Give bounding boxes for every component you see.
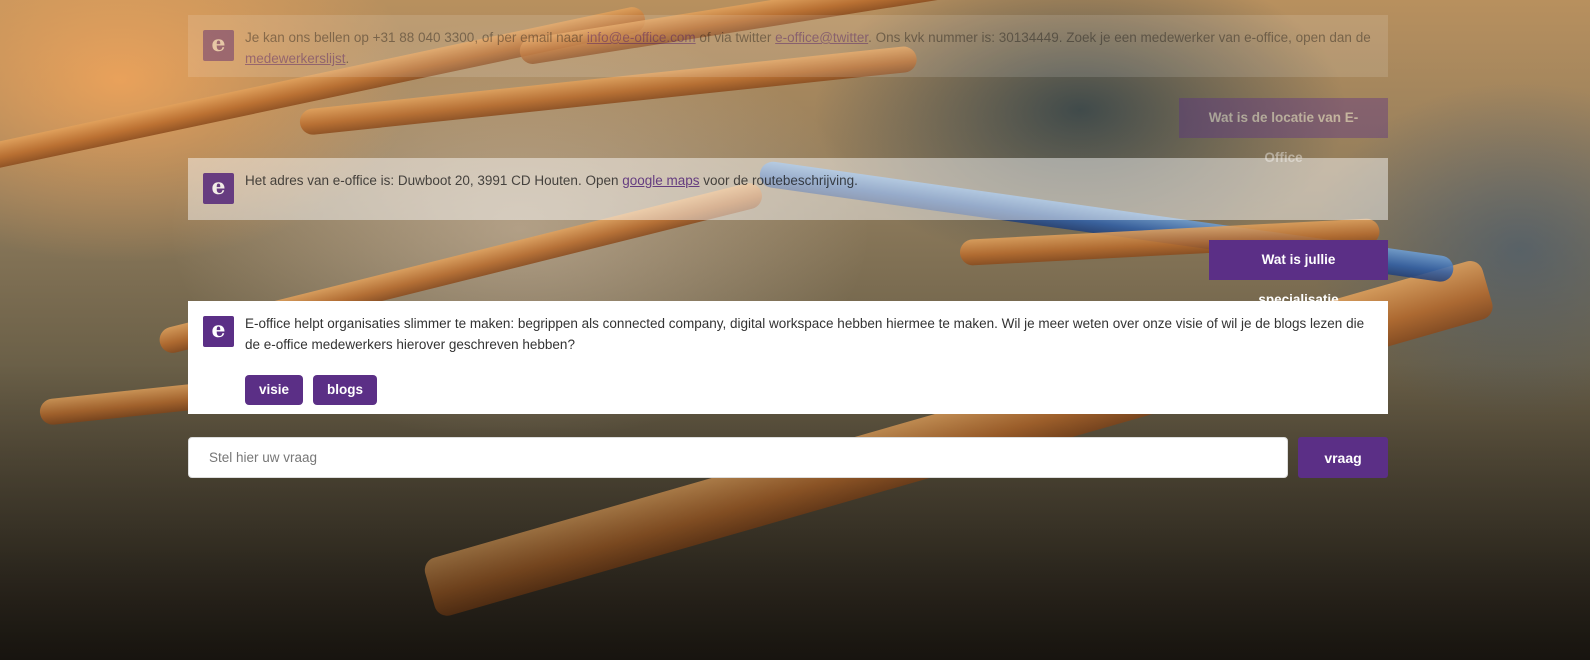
bot-message-text: Je kan ons bellen op +31 88 040 3300, of… [245, 30, 587, 45]
bot-message-text: Het adres van e-office is: Duwboot 20, 3… [245, 173, 623, 188]
google-maps-link[interactable]: google maps [622, 173, 699, 188]
bot-message: e Het adres van e-office is: Duwboot 20,… [188, 158, 1388, 220]
eoffice-avatar-icon: e [203, 30, 234, 61]
user-message: Wat is jullie specialisatie [1209, 240, 1388, 307]
quick-reply-options: visie blogs [245, 375, 1372, 405]
eoffice-avatar-icon: e [203, 173, 234, 204]
bot-message: e Je kan ons bellen op +31 88 040 3300, … [188, 15, 1388, 77]
option-blogs-button[interactable]: blogs [313, 375, 378, 405]
user-message: Wat is de locatie van E-Office [1179, 98, 1388, 165]
employee-list-link[interactable]: medewerkerslijst [245, 51, 346, 66]
bot-message-text: . [345, 51, 350, 66]
bot-message-text: . Ons kvk nummer is: 30134449. Zoek je e… [868, 30, 1371, 45]
bot-message-text: of via twitter [695, 30, 776, 45]
question-form: vraag [188, 437, 1388, 478]
eoffice-avatar-icon: e [203, 316, 234, 347]
twitter-link[interactable]: e-office@twitter [775, 30, 868, 45]
question-input[interactable] [188, 437, 1288, 478]
bot-message-text: E-office helpt organisaties slimmer te m… [245, 316, 1365, 352]
email-link[interactable]: info@e-office.com [587, 30, 696, 45]
ask-button[interactable]: vraag [1298, 437, 1388, 478]
option-visie-button[interactable]: visie [245, 375, 304, 405]
bot-message-text: voor de routebeschrijving. [699, 173, 858, 188]
bot-message: e E-office helpt organisaties slimmer te… [188, 301, 1388, 414]
